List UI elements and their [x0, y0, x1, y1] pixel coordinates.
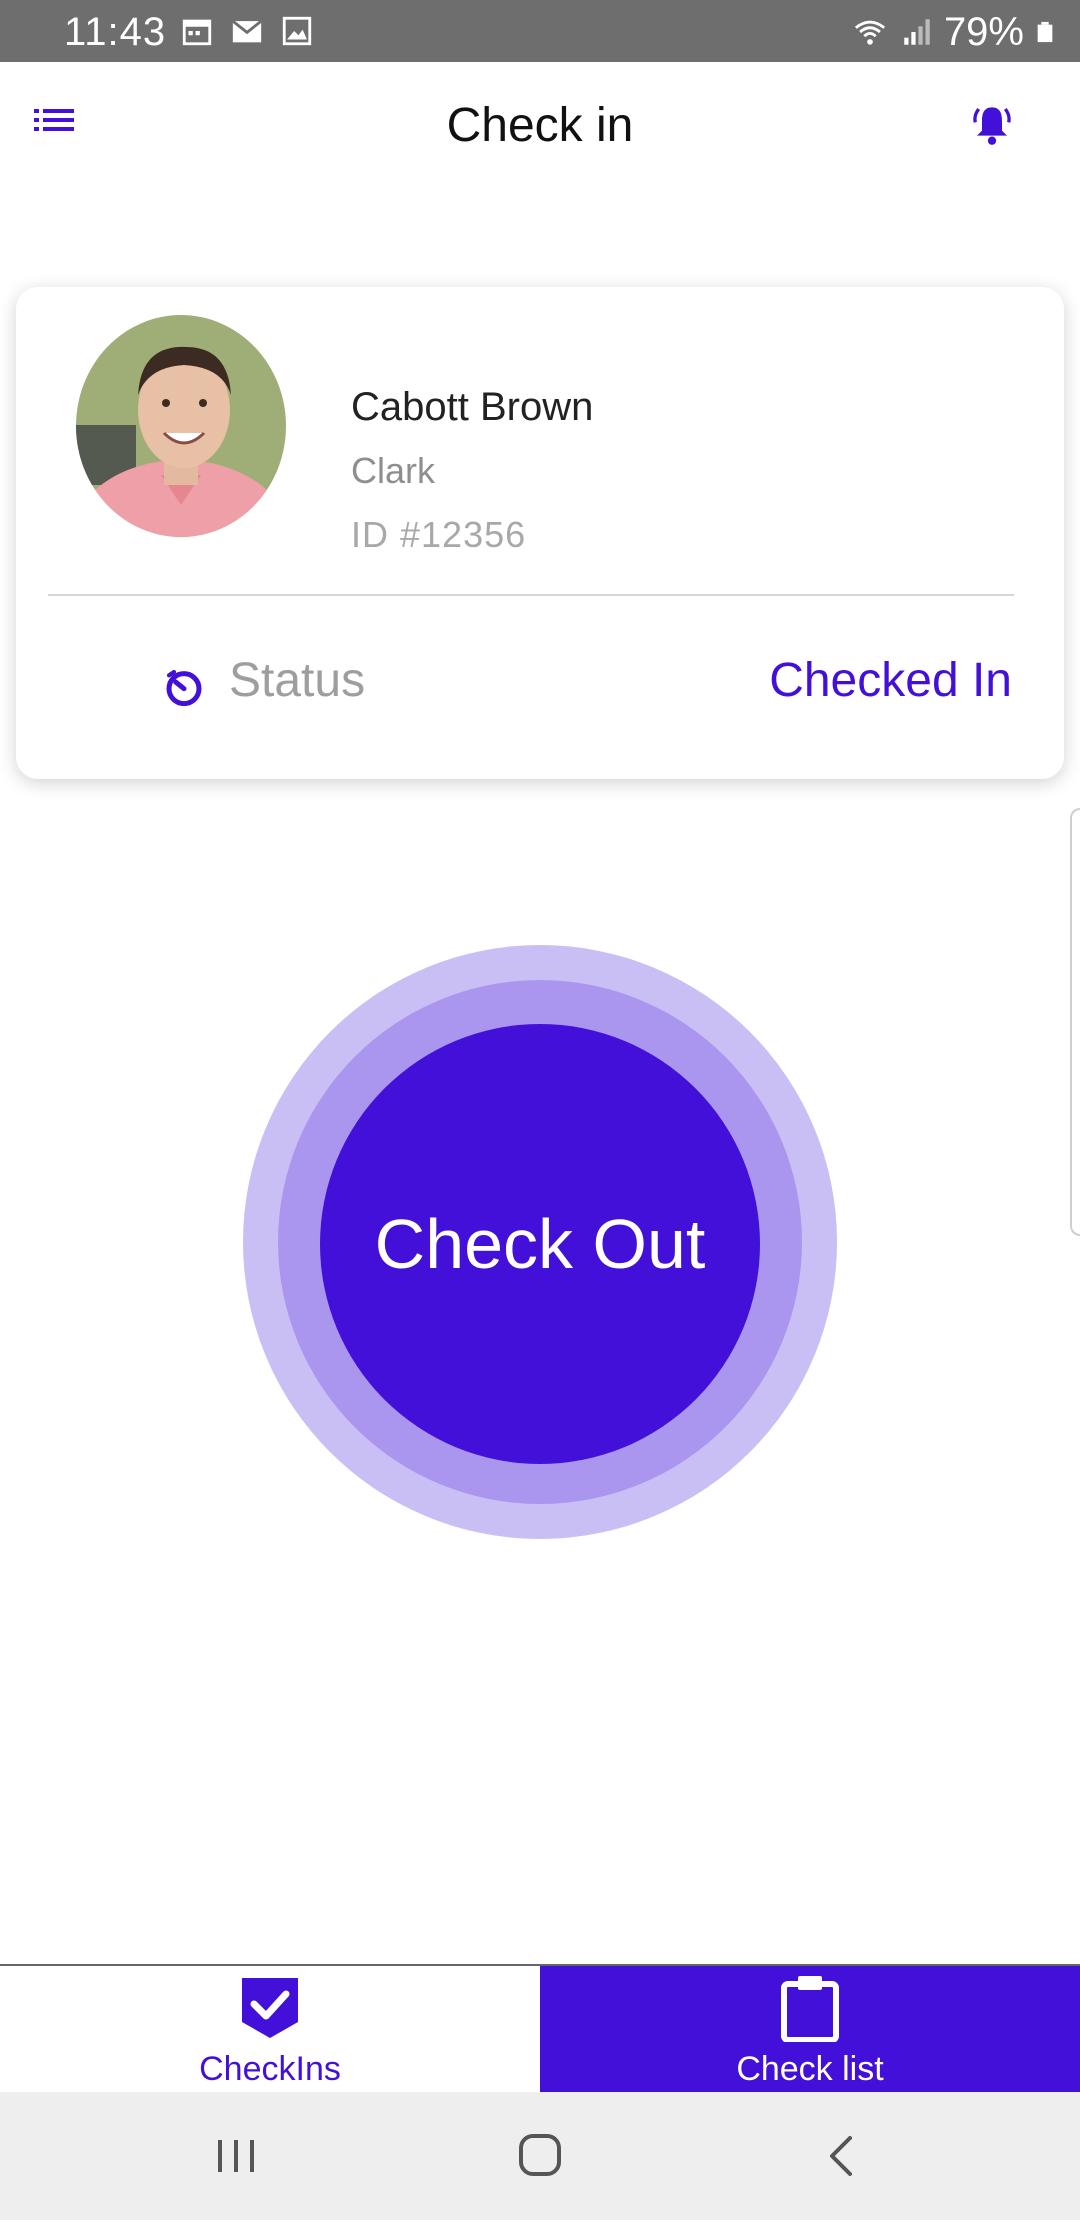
system-nav-bar — [0, 2092, 1080, 2220]
status-right: 79% — [850, 10, 1056, 54]
status-label: Status — [229, 654, 366, 707]
tab-check-list[interactable]: Check list — [540, 1966, 1080, 2092]
wifi-icon — [854, 20, 885, 45]
notification-bell-icon[interactable] — [972, 102, 1012, 146]
tab-checkins[interactable]: CheckIns — [0, 1966, 540, 2092]
notification-icons — [180, 14, 314, 48]
recent-apps-icon[interactable] — [212, 2134, 260, 2178]
employee-role: Clark — [351, 450, 436, 491]
battery-percent: 79% — [943, 10, 1024, 54]
battery-icon — [1037, 21, 1053, 43]
clipboard-icon — [781, 1976, 839, 2042]
profile-card: Cabott Brown Clark ID #12356 Status Chec… — [16, 287, 1064, 779]
edge-panel-handle[interactable] — [1070, 808, 1080, 1236]
shield-check-icon — [242, 1978, 298, 2038]
page-title: Check in — [446, 99, 634, 152]
home-icon[interactable] — [516, 2134, 564, 2178]
gmail-icon — [231, 19, 263, 43]
check-out-button[interactable]: Check Out — [320, 1024, 760, 1464]
timer-icon — [166, 669, 202, 707]
tab-checkins-label: CheckIns — [199, 2050, 341, 2088]
gallery-icon — [282, 16, 312, 46]
employee-id: ID #12356 — [351, 514, 527, 555]
status-bar: 11:43 79% — [0, 0, 1080, 62]
back-icon[interactable] — [818, 2134, 866, 2178]
tab-check-list-label: Check list — [736, 2050, 884, 2088]
status-value: Checked In — [769, 654, 1012, 707]
signal-icon — [904, 19, 930, 45]
status-time: 11:43 — [64, 10, 167, 54]
bottom-nav: CheckIns Check list — [0, 1964, 1080, 2092]
app-bar: Check in — [0, 62, 1080, 192]
calendar-icon — [182, 19, 212, 46]
card-divider — [48, 594, 1014, 596]
employee-name: Cabott Brown — [351, 385, 594, 429]
avatar — [76, 315, 286, 537]
